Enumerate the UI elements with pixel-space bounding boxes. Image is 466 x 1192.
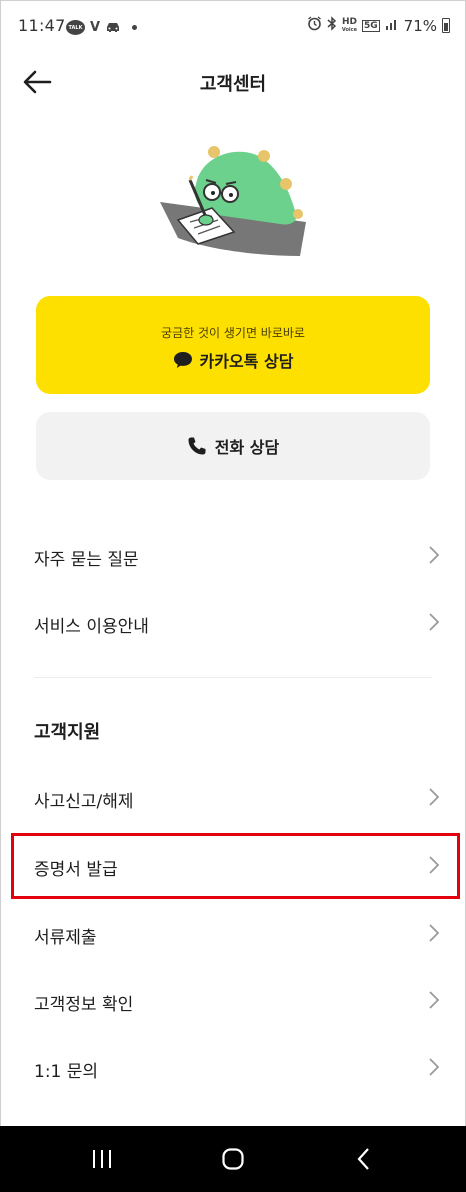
kakao-consult-label-row: 카카오톡 상담: [36, 348, 430, 372]
kakaotalk-consult-button[interactable]: 궁금한 것이 생기면 바로바로 카카오톡 상담: [36, 296, 430, 394]
nav-back-button[interactable]: [344, 1144, 384, 1174]
menu-item-label: 서류제출: [34, 928, 97, 948]
speech-bubble-icon: [173, 352, 192, 368]
home-icon: [222, 1148, 244, 1170]
battery-percent: 71%: [403, 16, 437, 35]
menu-item-label: 서비스 이용안내: [34, 617, 149, 637]
talk-icon: TALK: [66, 20, 85, 35]
phone-consult-button[interactable]: 전화 상담: [36, 412, 430, 480]
chevron-right-icon: [429, 546, 440, 564]
notification-icons: TALK V: [66, 18, 138, 37]
chevron-right-icon: [429, 788, 440, 806]
section-title-customer-support: 고객지원: [34, 722, 101, 743]
phone-icon: [188, 437, 206, 455]
kakao-consult-subtitle: 궁금한 것이 생기면 바로바로: [161, 326, 305, 340]
alarm-icon: [307, 16, 322, 35]
kakao-consult-label: 카카오톡 상담: [199, 352, 294, 371]
recent-apps-icon: [93, 1150, 111, 1168]
status-time: 11:47: [18, 16, 66, 35]
recent-apps-button[interactable]: [82, 1144, 122, 1174]
chevron-right-icon: [429, 613, 440, 631]
back-icon: [357, 1148, 369, 1170]
home-button[interactable]: [213, 1144, 253, 1174]
menu-item-label: 자주 묻는 질문: [34, 550, 139, 570]
chevron-right-icon: [429, 1058, 440, 1076]
status-bar: 11:47 TALK V HD Voice 5G 71%: [0, 0, 466, 56]
menu-item-label: 고객정보 확인: [34, 995, 134, 1015]
vpn-icon: V: [90, 20, 101, 35]
phone-consult-label: 전화 상담: [214, 438, 280, 457]
app-header: 고객센터: [0, 56, 466, 108]
menu-item-accident-report[interactable]: 사고신고/해제: [0, 765, 466, 831]
hd-voice-indicator: HD Voice: [341, 17, 357, 34]
network-type-label: 5G: [362, 19, 380, 32]
mascot-illustration: [150, 138, 310, 270]
menu-item-document-submit[interactable]: 서류제출: [0, 901, 466, 967]
system-status-icons: HD Voice 5G 71%: [307, 16, 450, 35]
menu-item-label: 사고신고/해제: [34, 792, 134, 812]
more-notifications-dot: [132, 25, 138, 30]
menu-item-service-guide[interactable]: 서비스 이용안내: [0, 590, 466, 656]
signal-icon: [385, 16, 399, 35]
highlight-box: [11, 833, 460, 899]
system-nav-bar: [0, 1126, 466, 1192]
menu-item-one-on-one-inquiry[interactable]: 1:1 문의: [0, 1035, 466, 1101]
car-icon: [105, 18, 121, 37]
chevron-right-icon: [429, 924, 440, 942]
page-title: 고객센터: [199, 74, 267, 95]
battery-icon: [442, 18, 450, 33]
menu-item-customer-info[interactable]: 고객정보 확인: [0, 968, 466, 1034]
menu-item-faq[interactable]: 자주 묻는 질문: [0, 523, 466, 589]
section-divider: [34, 677, 432, 678]
menu-item-label: 1:1 문의: [34, 1062, 99, 1082]
chevron-right-icon: [429, 991, 440, 1009]
bluetooth-icon: [327, 16, 337, 35]
